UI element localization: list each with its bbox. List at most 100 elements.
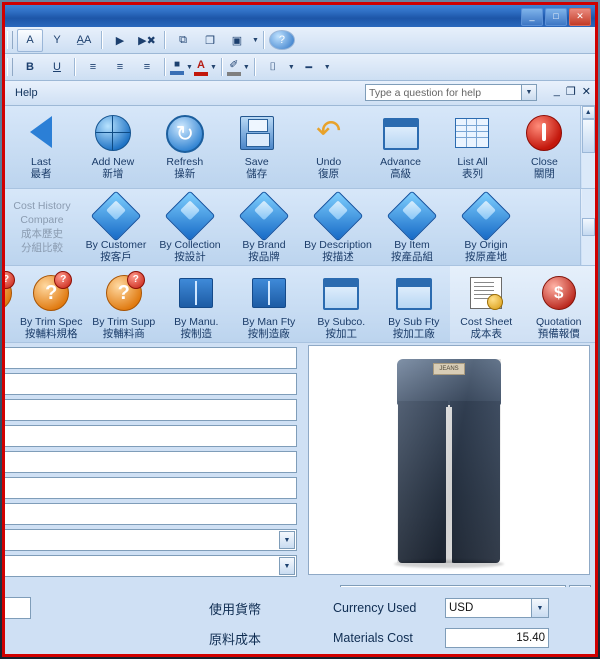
align-right-button[interactable]: ≡	[134, 56, 160, 79]
ribbon-button-by-sub-fty[interactable]: By Sub Fty 按加工廠	[378, 266, 451, 342]
ribbon-button-list-all[interactable]: List All 表列	[437, 106, 509, 188]
ribbon-button-by-item[interactable]: By Item 按產品組	[375, 189, 449, 265]
diamond-icon	[167, 193, 213, 237]
help-icon[interactable]: ?	[269, 30, 295, 50]
toolbar-button-3[interactable]: ▶	[107, 29, 133, 52]
form-field-1[interactable]	[5, 347, 297, 369]
bold-button[interactable]: B	[17, 56, 43, 79]
ask-a-question-placeholder: Type a question for help	[369, 87, 481, 99]
form-field-8[interactable]: ▼	[5, 529, 297, 551]
ribbon-scrollbar-2[interactable]	[580, 189, 595, 265]
ribbon-button-by-trim-supp[interactable]: ? By Trim Supp 按輔料商	[88, 266, 161, 342]
currency-en-label: Currency Used	[333, 601, 416, 615]
ribbon-button-by-collection[interactable]: By Collection 按設計	[153, 189, 227, 265]
toolbar-button-0[interactable]: A	[17, 29, 43, 52]
close-button[interactable]: ✕	[569, 8, 591, 26]
toolbar-button-1[interactable]: Y	[44, 29, 70, 52]
product-photo-box[interactable]: JEANS	[308, 345, 590, 575]
menu-item-help[interactable]: Help	[9, 85, 44, 101]
chevron-down-icon[interactable]: ▼	[243, 64, 250, 71]
diamond-icon	[389, 193, 435, 237]
toolbar-separator	[221, 58, 223, 76]
form-field-4[interactable]	[5, 425, 297, 447]
ribbon-button-by-customer[interactable]: By Customer 按客戶	[79, 189, 153, 265]
ribbon-label-en: Advance	[380, 156, 421, 168]
scroll-track[interactable]	[582, 236, 595, 265]
ribbon-button-close[interactable]: Close 關閉	[508, 106, 580, 188]
ribbon-button-add-new[interactable]: Add New 新增	[77, 106, 149, 188]
scroll-track[interactable]	[582, 189, 595, 218]
form-field-9[interactable]: ▼	[5, 555, 297, 577]
ribbon-label-en: Close	[531, 156, 558, 168]
form-field-2[interactable]	[5, 373, 297, 395]
materials-cost-input[interactable]: 15.40	[445, 628, 549, 648]
underline-button[interactable]: U	[44, 56, 70, 79]
form-field-5[interactable]	[5, 451, 297, 473]
ribbon-button-by-brand[interactable]: By Brand 按品牌	[227, 189, 301, 265]
font-color-button[interactable]: A	[194, 57, 208, 78]
ribbon-button-last[interactable]: Last 最者	[5, 106, 77, 188]
scroll-track[interactable]	[582, 153, 595, 188]
ribbon-button-by-item-partial[interactable]: ? em 述	[5, 266, 15, 342]
mdi-minimize-button[interactable]: _	[554, 85, 560, 98]
diamond-icon	[241, 193, 287, 237]
scroll-thumb[interactable]	[582, 218, 595, 236]
ribbon-button-by-trim-spec[interactable]: ? By Trim Spec 按輔料規格	[15, 266, 88, 342]
minimize-button[interactable]: _	[521, 8, 543, 26]
ribbon-button-advance[interactable]: Advance 高級	[365, 106, 437, 188]
undo-icon	[306, 110, 352, 154]
chevron-down-icon[interactable]: ▼	[521, 85, 536, 100]
ribbon-button-cost-sheet[interactable]: Cost Sheet 成本表	[450, 266, 523, 342]
scroll-thumb[interactable]	[582, 119, 595, 153]
chevron-down-icon[interactable]: ▼	[324, 64, 331, 71]
toolbar-button-4[interactable]: ▶✖	[134, 29, 160, 52]
ribbon-button-by-subco[interactable]: By Subco. 按加工	[305, 266, 378, 342]
border-button[interactable]: ⌷	[260, 56, 286, 79]
cost-summary-area: 使用貨幣 Currency Used USD ▼ 原料成本 Materials …	[5, 587, 595, 655]
ribbon-label-en: Quotation	[536, 316, 582, 328]
toolbar-button-2[interactable]: A̲A	[71, 29, 97, 52]
align-center-button[interactable]: ≡	[107, 56, 133, 79]
form-field-3[interactable]	[5, 399, 297, 421]
toolbar-button-5[interactable]: ⧉	[170, 29, 196, 52]
scroll-up-icon[interactable]: ▲	[582, 106, 595, 119]
diamond-icon	[315, 193, 361, 237]
line-weight-button[interactable]: ━	[296, 56, 322, 79]
ribbon-button-by-description[interactable]: By Description 按描述	[301, 189, 375, 265]
chevron-down-icon[interactable]: ▼	[279, 531, 295, 549]
toolbar-button-7[interactable]: ▣	[224, 29, 250, 52]
maximize-button[interactable]: □	[545, 8, 567, 26]
chevron-down-icon[interactable]: ▼	[252, 37, 259, 44]
ribbon-scrollbar[interactable]: ▲	[580, 106, 595, 188]
align-left-button[interactable]: ≡	[80, 56, 106, 79]
fill-color-swatch	[170, 71, 184, 75]
ribbon-label-cn: 按加工	[326, 328, 358, 340]
fill-color-button[interactable]: ■	[170, 57, 184, 78]
mdi-close-button[interactable]: ✕	[582, 85, 591, 98]
toolbar-button-6[interactable]: ❐	[197, 29, 223, 52]
ribbon-button-refresh[interactable]: Refresh 操新	[149, 106, 221, 188]
chevron-down-icon[interactable]: ▼	[288, 64, 295, 71]
chevron-down-icon[interactable]: ▼	[186, 64, 193, 71]
toolbar-separator	[74, 58, 76, 76]
ask-a-question-box[interactable]: Type a question for help ▼	[365, 84, 537, 101]
ribbon-button-by-origin[interactable]: By Origin 按原產地	[449, 189, 523, 265]
ribbon-button-by-man-fty[interactable]: By Man Fty 按制造廠	[233, 266, 306, 342]
chevron-down-icon[interactable]: ▼	[531, 599, 548, 617]
form-field-6[interactable]	[5, 477, 297, 499]
chevron-down-icon[interactable]: ▼	[210, 64, 217, 71]
form-field-7[interactable]	[5, 503, 297, 525]
ribbon-button-undo[interactable]: Undo 復原	[293, 106, 365, 188]
ribbon-button-by-manu[interactable]: By Manu. 按制造	[160, 266, 233, 342]
line-color-button[interactable]: ✐	[227, 57, 241, 78]
ribbon-label-cn: 按輔料規格	[25, 328, 78, 340]
ribbon-button-save[interactable]: Save 儲存	[221, 106, 293, 188]
ribbon-label-cn: 按原產地	[465, 251, 507, 263]
ribbon-button-quotation[interactable]: Quotation 預備報價	[523, 266, 596, 342]
toolbar-grip[interactable]	[7, 58, 13, 76]
chevron-down-icon[interactable]: ▼	[279, 557, 295, 575]
ribbon-label-cn: 按客戶	[100, 251, 132, 263]
mdi-restore-button[interactable]: ❐	[566, 85, 576, 98]
currency-select[interactable]: USD ▼	[445, 598, 549, 618]
toolbar-grip[interactable]	[7, 31, 13, 49]
